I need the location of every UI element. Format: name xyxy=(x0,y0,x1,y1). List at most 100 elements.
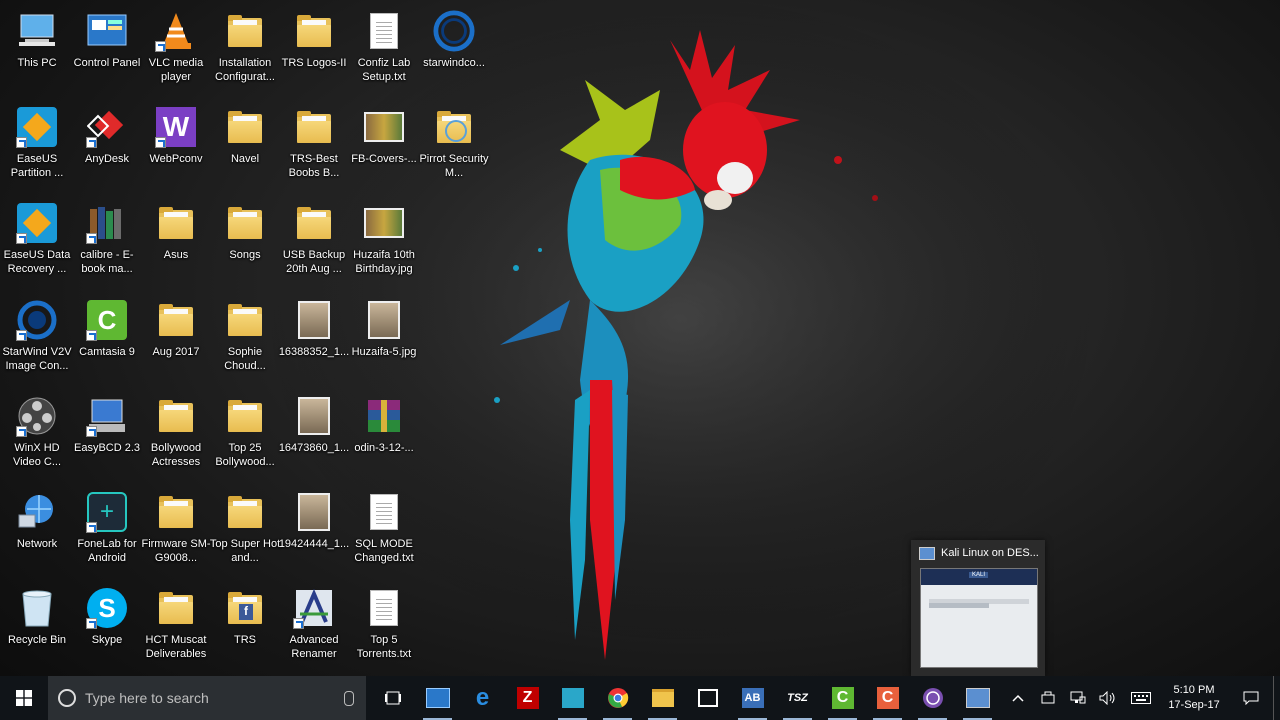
taskbar-button-chrome[interactable] xyxy=(595,676,640,720)
desktop-icon[interactable]: Sophie Choud... xyxy=(209,293,281,385)
desktop-icon-image xyxy=(363,10,405,52)
taskbar-button-ab-app[interactable]: AB xyxy=(730,676,775,720)
taskbar-button-edge[interactable]: e xyxy=(460,676,505,720)
desktop-icon[interactable]: Aug 2017 xyxy=(140,293,212,385)
desktop-icon-image xyxy=(155,202,197,244)
desktop-icon-image xyxy=(363,491,405,533)
desktop-icon[interactable]: calibre - E-book ma... xyxy=(71,196,143,288)
desktop-icon[interactable]: Pirrot Security M... xyxy=(418,100,490,192)
desktop-icon[interactable]: 16473860_1... xyxy=(278,389,350,481)
desktop-icon-image xyxy=(155,395,197,437)
desktop-icon-label: odin-3-12-... xyxy=(354,442,414,454)
desktop-icon[interactable]: TRS-Best Boobs B... xyxy=(278,100,350,192)
shortcut-arrow-icon xyxy=(155,41,166,52)
desktop-icon-label: Recycle Bin xyxy=(7,634,67,646)
taskbar-button-box-app[interactable] xyxy=(550,676,595,720)
network-icon[interactable] xyxy=(1063,676,1093,720)
desktop-icon[interactable]: Bollywood Actresses xyxy=(140,389,212,481)
desktop-icon-image: S xyxy=(86,587,128,629)
desktop-icon[interactable]: 19424444_1... xyxy=(278,485,350,577)
desktop-icon-image xyxy=(224,10,266,52)
desktop-icon-image xyxy=(86,395,128,437)
desktop-icon[interactable]: Confiz Lab Setup.txt xyxy=(348,4,420,96)
desktop-icon[interactable]: Control Panel xyxy=(71,4,143,96)
desktop-icon[interactable]: Top Super Hot and... xyxy=(209,485,281,577)
desktop-icon[interactable]: Huzaifa 10th Birthday.jpg xyxy=(348,196,420,288)
desktop-icon[interactable]: Huzaifa-5.jpg xyxy=(348,293,420,385)
desktop-icon[interactable]: HCT Muscat Deliverables xyxy=(140,581,212,673)
taskbar-button-filezilla[interactable]: Z xyxy=(505,676,550,720)
desktop-icon[interactable]: Top 5 Torrents.txt xyxy=(348,581,420,673)
desktop-icon[interactable]: FB-Covers-... xyxy=(348,100,420,192)
desktop-icon-label: Huzaifa-5.jpg xyxy=(351,346,417,358)
folder-icon xyxy=(159,400,193,432)
desktop-icon[interactable]: Navel xyxy=(209,100,281,192)
desktop-icon[interactable]: Advanced Renamer xyxy=(278,581,350,673)
desktop-icon[interactable]: Network xyxy=(1,485,73,577)
desktop-icon[interactable]: Installation Configurat... xyxy=(209,4,281,96)
desktop-icon[interactable]: odin-3-12-... xyxy=(348,389,420,481)
folder-icon xyxy=(297,111,331,143)
desktop-icon[interactable]: Recycle Bin xyxy=(1,581,73,673)
image-file-icon xyxy=(364,208,404,238)
usb-device-icon[interactable] xyxy=(1033,676,1063,720)
desktop-icon-label: Advanced Renamer xyxy=(289,634,339,660)
desktop-icon[interactable]: + FoneLab for Android xyxy=(71,485,143,577)
desktop-icon[interactable]: starwindco... xyxy=(418,4,490,96)
taskbar-clock[interactable]: 5:10 PM 17-Sep-17 xyxy=(1159,683,1229,713)
desktop-icon[interactable]: Top 25 Bollywood... xyxy=(209,389,281,481)
desktop-icon[interactable]: VLC media player xyxy=(140,4,212,96)
taskbar-button-tor[interactable] xyxy=(910,676,955,720)
desktop-icon[interactable]: Songs xyxy=(209,196,281,288)
show-desktop-button[interactable] xyxy=(1273,676,1280,720)
desktop-icon[interactable]: TRS Logos-II xyxy=(278,4,350,96)
desktop-icon-image xyxy=(293,587,335,629)
ab-app-icon: AB xyxy=(741,688,764,708)
desktop-icon[interactable]: USB Backup 20th Aug ... xyxy=(278,196,350,288)
taskbar-button-camtasia-recorder[interactable]: C xyxy=(865,676,910,720)
desktop-icon[interactable]: S Skype xyxy=(71,581,143,673)
taskbar-search-box[interactable]: Type here to search xyxy=(48,676,366,720)
taskbar-button-camtasia[interactable]: C xyxy=(820,676,865,720)
desktop-icon[interactable]: Firmware SM-G9008... xyxy=(140,485,212,577)
shortcut-arrow-icon xyxy=(155,137,166,148)
taskbar-button-tsz[interactable]: TSZ xyxy=(775,676,820,720)
desktop-icon-image xyxy=(86,10,128,52)
desktop-icon[interactable]: This PC xyxy=(1,4,73,96)
desktop-icon-image xyxy=(293,10,335,52)
desktop-icon[interactable]: 16388352_1... xyxy=(278,293,350,385)
keyboard-icon[interactable] xyxy=(1123,676,1159,720)
desktop-icon-image xyxy=(155,587,197,629)
start-button[interactable] xyxy=(0,676,48,720)
desktop-icon[interactable]: EasyBCD 2.3 xyxy=(71,389,143,481)
search-placeholder: Type here to search xyxy=(85,690,209,706)
taskbar-button-control-panel[interactable] xyxy=(415,676,460,720)
taskbar-button-vm[interactable] xyxy=(955,676,1000,720)
taskbar-app-list: e Z AB TSZ C C xyxy=(370,676,1000,720)
taskbar-button-task-view[interactable] xyxy=(370,676,415,720)
volume-icon[interactable] xyxy=(1093,676,1123,720)
desktop-icon-label: Network xyxy=(16,538,58,550)
desktop-icon[interactable]: C Camtasia 9 xyxy=(71,293,143,385)
desktop-icon[interactable]: StarWind V2V Image Con... xyxy=(1,293,73,385)
desktop-icon[interactable]: f TRS xyxy=(209,581,281,673)
preview-thumbnail[interactable]: KALI xyxy=(920,568,1038,668)
desktop[interactable]: This PC EaseUS Partition ... EaseUS Data R… xyxy=(0,0,1280,676)
desktop-icon-image xyxy=(293,106,335,148)
desktop-icon[interactable]: Asus xyxy=(140,196,212,288)
taskbar-button-file-explorer[interactable] xyxy=(640,676,685,720)
microphone-icon[interactable] xyxy=(344,690,354,706)
action-center-icon[interactable] xyxy=(1229,676,1273,720)
desktop-icon[interactable]: EaseUS Data Recovery ... xyxy=(1,196,73,288)
desktop-icon[interactable]: WinX HD Video C... xyxy=(1,389,73,481)
show-hidden-icons-chevron-icon[interactable] xyxy=(1003,676,1033,720)
desktop-icon[interactable]: SQL MODE Changed.txt xyxy=(348,485,420,577)
desktop-icon-label: Control Panel xyxy=(73,57,141,69)
desktop-icon-image xyxy=(16,587,58,629)
desktop-icon[interactable]: AnyDesk xyxy=(71,100,143,192)
desktop-icon[interactable]: EaseUS Partition ... xyxy=(1,100,73,192)
taskbar-button-store[interactable] xyxy=(685,676,730,720)
desktop-icon[interactable]: W WebPconv xyxy=(140,100,212,192)
taskbar-thumbnail-preview[interactable]: Kali Linux on DES... KALI xyxy=(911,540,1045,676)
folder-icon xyxy=(297,207,331,239)
